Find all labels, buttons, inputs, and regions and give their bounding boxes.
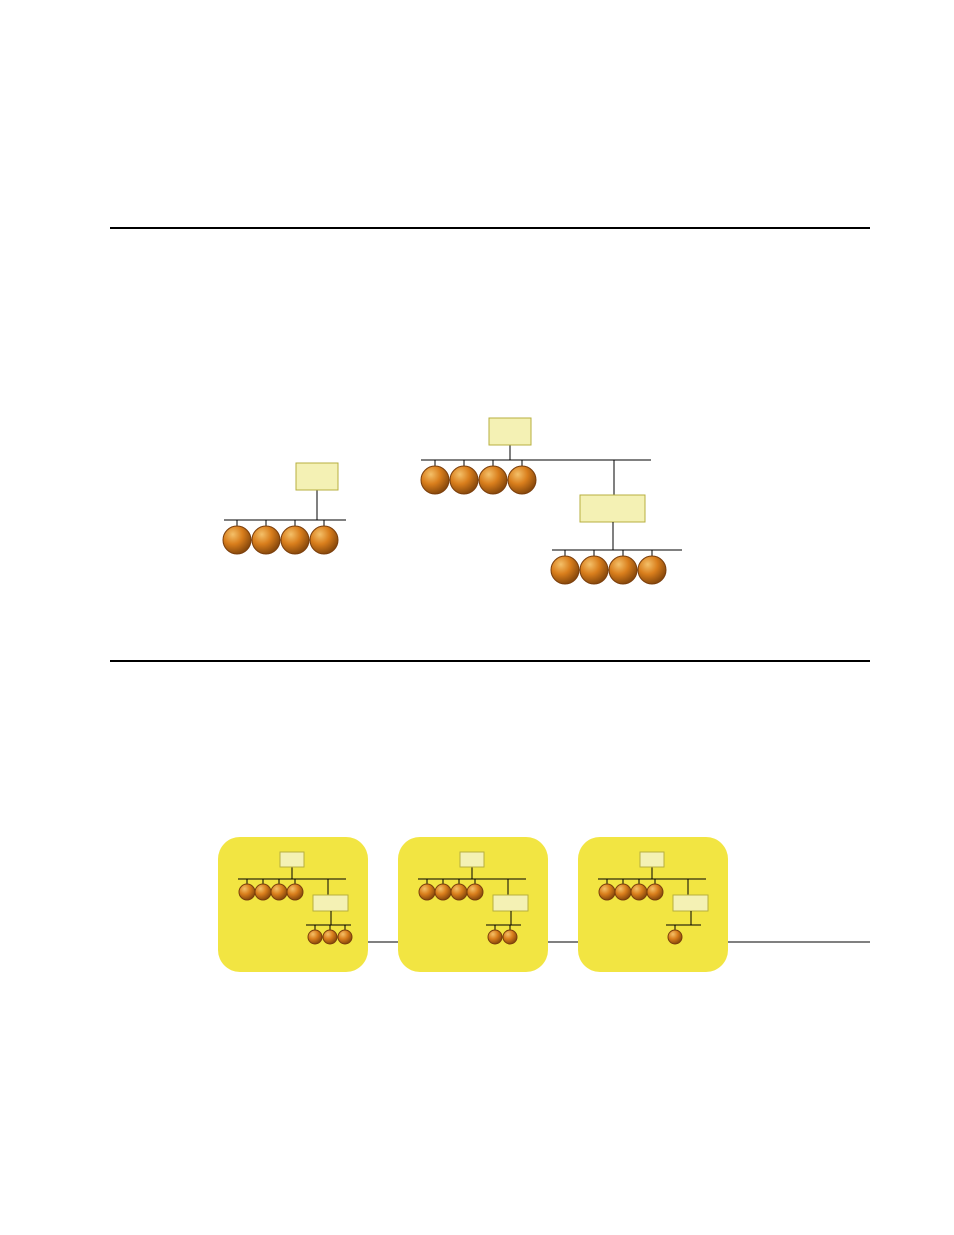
diagram-left (223, 463, 346, 554)
panel-3 (578, 837, 728, 972)
panels-group (218, 837, 728, 972)
panel-1 (218, 837, 368, 972)
panel-2 (398, 837, 548, 972)
horizontal-rule-middle (110, 660, 870, 662)
diagram-right (421, 418, 682, 584)
diagrams-svg (0, 0, 954, 1235)
page (0, 0, 954, 1235)
